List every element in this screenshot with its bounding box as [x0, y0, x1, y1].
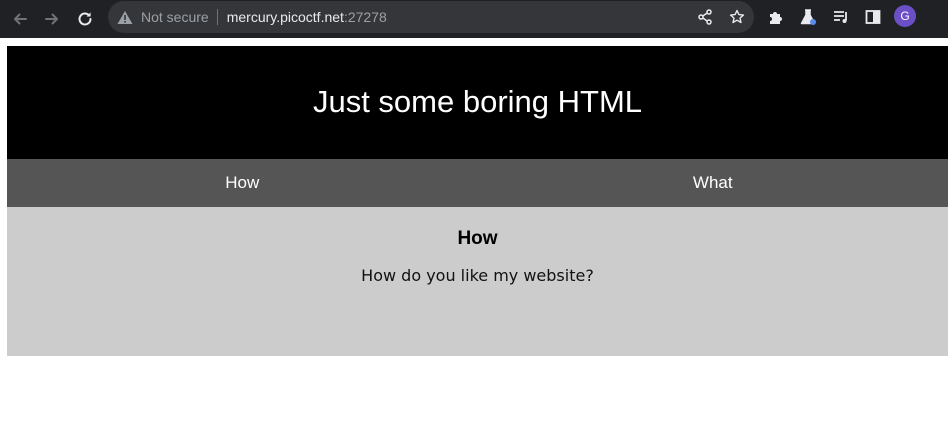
arrow-left-icon — [14, 13, 27, 25]
lab-flask-icon[interactable] — [797, 6, 819, 28]
web-page: Just some boring HTML How What How How d… — [7, 46, 948, 356]
url-text[interactable]: mercury.picoctf.net:27278 — [227, 9, 387, 25]
profile-avatar[interactable]: G — [894, 5, 916, 27]
forward-button[interactable] — [38, 5, 66, 33]
address-bar[interactable]: Not secure mercury.picoctf.net:27278 — [108, 1, 754, 33]
warning-icon[interactable] — [116, 8, 134, 26]
back-button[interactable] — [6, 5, 34, 33]
extensions-puzzle-icon[interactable] — [765, 6, 787, 28]
arrow-right-icon — [45, 13, 58, 25]
url-port: :27278 — [343, 9, 387, 25]
security-status-label[interactable]: Not secure — [141, 9, 209, 25]
url-host: mercury.picoctf.net — [226, 9, 344, 25]
page-header: Just some boring HTML — [7, 46, 948, 159]
page-title: Just some boring HTML — [312, 83, 643, 119]
bookmark-star-icon[interactable] — [727, 7, 747, 27]
share-icon[interactable] — [695, 7, 715, 27]
omnibox-divider — [216, 9, 218, 25]
panel-heading: How — [457, 228, 498, 249]
profile-initial: G — [900, 9, 910, 23]
side-panel-icon[interactable] — [862, 6, 884, 28]
reload-button[interactable] — [71, 5, 99, 33]
panel-text: How do you like my website? — [361, 266, 594, 285]
tab-how[interactable]: How — [7, 159, 478, 207]
tab-what[interactable]: What — [478, 159, 948, 207]
media-queue-icon[interactable] — [830, 6, 852, 28]
reload-icon — [78, 12, 92, 26]
tab-content-panel: How How do you like my website? — [7, 207, 948, 356]
browser-toolbar: Not secure mercury.picoctf.net:27278 G — [0, 0, 948, 38]
tab-bar: How What — [7, 159, 948, 207]
